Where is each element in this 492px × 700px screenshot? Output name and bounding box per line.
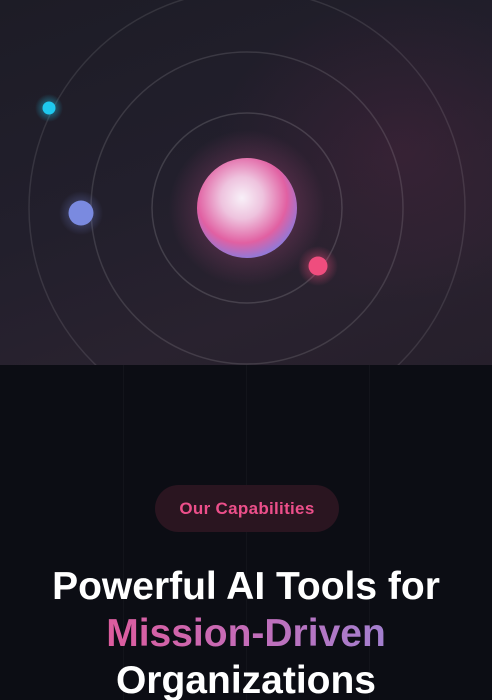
page: Our Capabilities Powerful AI Tools for M… <box>0 0 492 700</box>
core-sphere <box>197 158 297 258</box>
hero-orbit-illustration <box>0 0 492 365</box>
heading-highlight: Mission-Driven <box>0 610 492 657</box>
capabilities-badge: Our Capabilities <box>155 485 339 532</box>
heading-line-1: Powerful AI Tools for <box>52 565 440 608</box>
section-heading: Powerful AI Tools for Mission-Driven Org… <box>0 563 492 700</box>
capabilities-badge-label: Our Capabilities <box>179 498 315 518</box>
pink-dot <box>308 256 328 276</box>
orbit-graphic <box>28 0 466 365</box>
heading-line-3: Organizations <box>115 659 377 700</box>
capabilities-section: Our Capabilities Powerful AI Tools for M… <box>0 365 492 700</box>
cyan-dot <box>42 101 56 115</box>
periwinkle-dot <box>68 200 94 226</box>
